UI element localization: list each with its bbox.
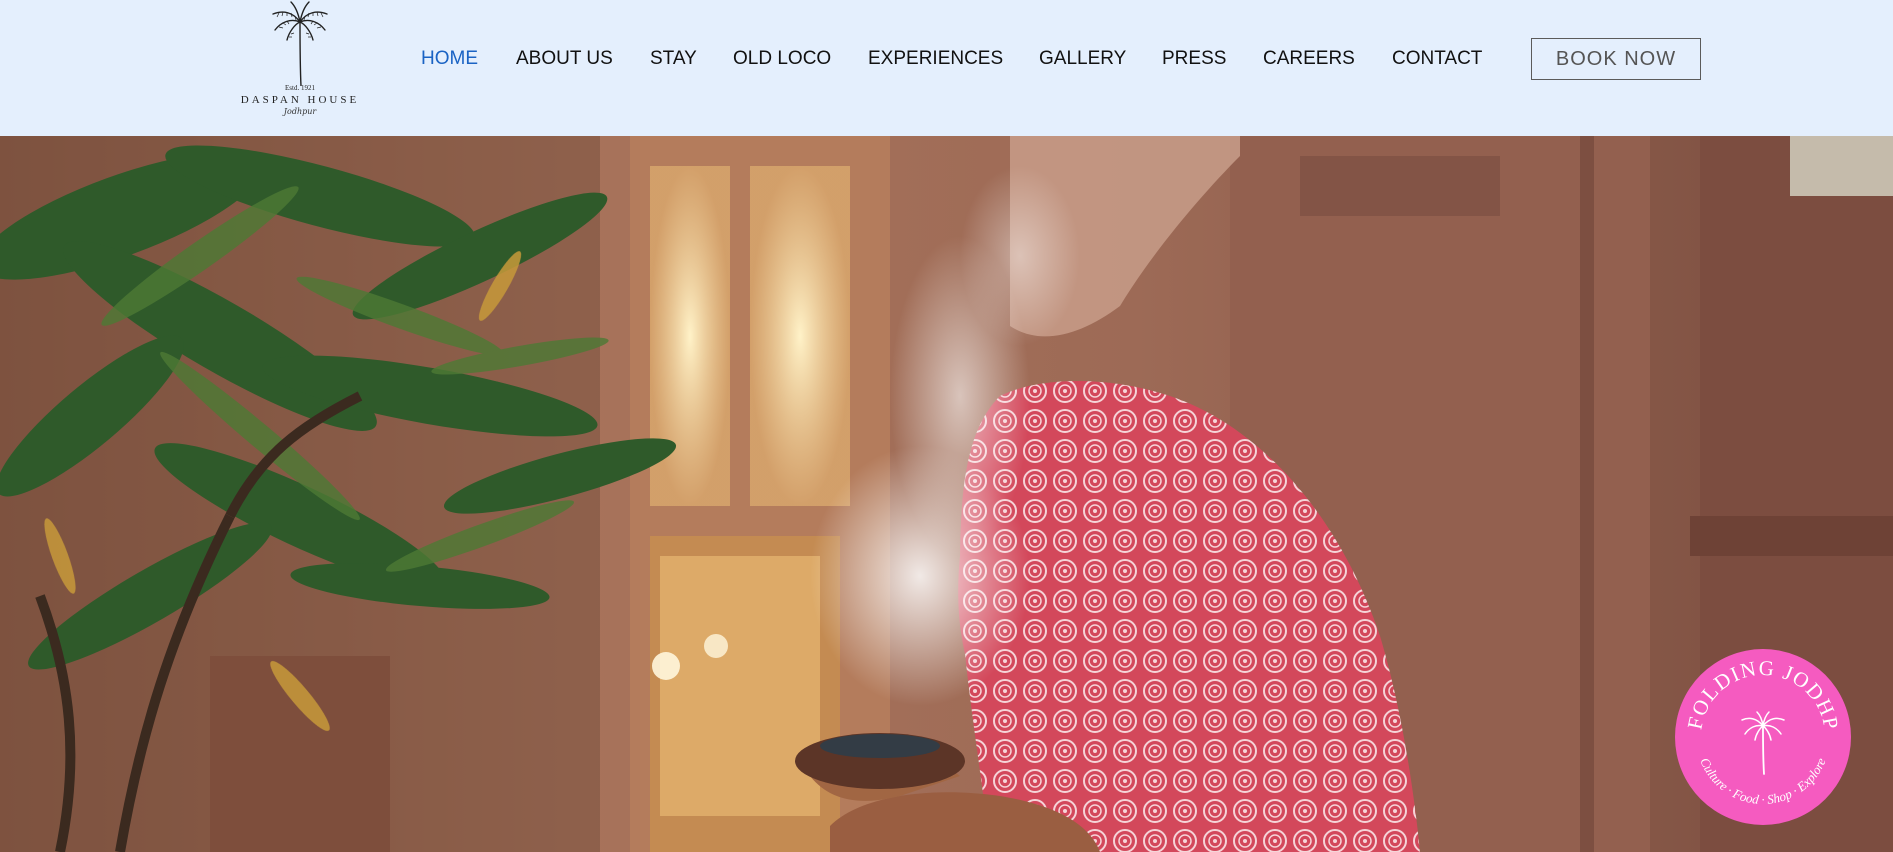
nav-stay-link[interactable]: STAY — [650, 47, 697, 71]
logo-city-text: Jodhpur — [283, 107, 317, 116]
daspan-house-logo[interactable]: Estd. 1921 DASPAN HOUSE Jodhpur — [235, 0, 365, 132]
nav-contact-link[interactable]: CONTACT — [1392, 47, 1482, 71]
nav-old-loco-link[interactable]: OLD LOCO — [733, 47, 831, 71]
palm-tree-icon — [272, 1, 328, 86]
nav-about-us-link[interactable]: ABOUT US — [516, 47, 613, 71]
logo-brand-name: DASPAN HOUSE — [240, 94, 360, 106]
logo-established-text: Estd. 1921 — [285, 84, 315, 92]
nav-careers-link[interactable]: CAREERS — [1263, 47, 1355, 71]
unfolding-jodhpur-badge[interactable]: UNFOLDING JODHPUR Culture · Food · Shop … — [1666, 629, 1852, 826]
nav-home-link[interactable]: HOME — [421, 47, 478, 71]
hero-image — [0, 136, 1893, 852]
nav-press-link[interactable]: PRESS — [1162, 47, 1226, 71]
nav-experiences-link[interactable]: EXPERIENCES — [868, 47, 1003, 71]
book-now-button[interactable]: BOOK NOW — [1531, 38, 1701, 80]
site-header: Estd. 1921 DASPAN HOUSE Jodhpur HOME ABO… — [0, 0, 1893, 136]
nav-gallery-link[interactable]: GALLERY — [1039, 47, 1126, 71]
